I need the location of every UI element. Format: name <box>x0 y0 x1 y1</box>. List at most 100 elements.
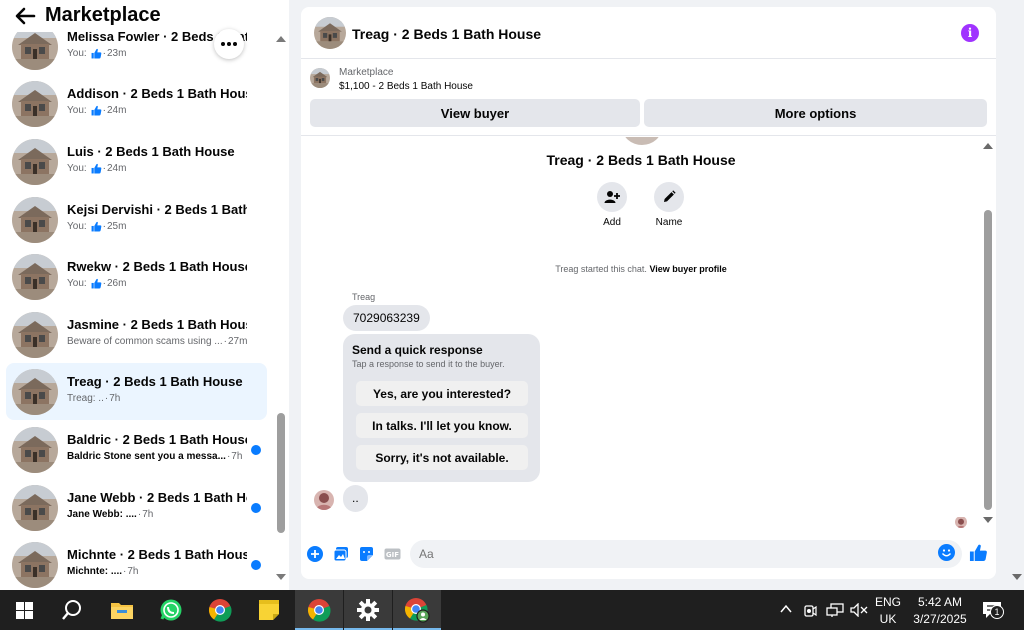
clock-time[interactable]: 5:42 AM <box>905 595 975 609</box>
chat-title[interactable]: Treag · 2 Beds 1 Bath House <box>352 26 541 42</box>
like-icon[interactable] <box>969 543 988 562</box>
profile-name: Treag · 2 Beds 1 Bath House <box>546 152 736 168</box>
conversation-item[interactable]: Jane Webb · 2 Beds 1 Bath Ho... Jane Webb… <box>6 479 267 536</box>
emoji-icon[interactable] <box>938 544 955 561</box>
svg-text:GIF: GIF <box>386 551 399 559</box>
photo-icon[interactable] <box>333 546 349 562</box>
listing-price: $1,100 - 2 Beds 1 Bath House <box>339 81 473 92</box>
taskbar-sticky-notes[interactable] <box>245 590 293 630</box>
separator: · <box>102 105 106 116</box>
more-options-icon[interactable] <box>214 29 244 59</box>
message-bubble[interactable]: .. <box>343 485 368 512</box>
sender-avatar[interactable] <box>314 490 334 510</box>
conversation-avatar[interactable] <box>12 312 58 358</box>
view-buyer-button[interactable]: View buyer <box>310 99 640 127</box>
quick-response-button[interactable]: In talks. I'll let you know. <box>356 413 528 438</box>
conversation-item[interactable]: Treag · 2 Beds 1 Bath House Treag: .. · 7… <box>6 363 267 420</box>
separator: · <box>223 336 227 347</box>
scrollbar-thumb[interactable] <box>984 210 992 510</box>
chat-scrollbar[interactable] <box>981 142 995 527</box>
input-language-top[interactable]: ENG <box>872 595 904 609</box>
conversation-avatar[interactable] <box>12 485 58 531</box>
sidebar-scrollbar[interactable] <box>273 32 289 590</box>
conversation-avatar[interactable] <box>12 427 58 473</box>
taskbar-file-explorer[interactable] <box>98 590 146 630</box>
scroll-down-icon[interactable] <box>276 574 286 580</box>
sticky-notes-icon <box>259 600 279 620</box>
scroll-down-icon[interactable] <box>983 517 993 523</box>
volume-muted-icon[interactable] <box>850 603 868 617</box>
preview-text: You: <box>67 48 87 59</box>
pencil-icon[interactable] <box>654 182 684 212</box>
preview-text: Baldric Stone sent you a messa... <box>67 451 226 462</box>
taskbar-chrome-profile[interactable] <box>393 590 441 630</box>
scroll-up-icon[interactable] <box>983 143 993 149</box>
conversation-item[interactable]: Baldric · 2 Beds 1 Bath House Baldric Sto… <box>6 421 267 478</box>
clock-date[interactable]: 3/27/2025 <box>905 612 975 626</box>
conversation-preview: Treag: .. · 7h <box>67 393 120 404</box>
plus-icon[interactable] <box>307 546 323 562</box>
view-buyer-profile-link[interactable]: View buyer profile <box>649 264 726 274</box>
back-arrow-icon[interactable] <box>14 6 36 26</box>
unread-dot <box>251 560 261 570</box>
chat-avatar[interactable] <box>314 17 346 49</box>
separator: · <box>102 48 106 59</box>
show-hidden-icons-icon[interactable] <box>780 604 792 614</box>
conversation-item[interactable]: Addison · 2 Beds 1 Bath House You: · 24m <box>6 75 267 132</box>
notification-count-badge: 1 <box>990 605 1004 619</box>
name-label: Name <box>655 217 683 228</box>
info-icon[interactable]: i <box>961 24 979 42</box>
message-bubble[interactable]: 7029063239 <box>343 305 430 331</box>
taskbar-chrome[interactable] <box>196 590 244 630</box>
conversation-time: 23m <box>107 48 127 59</box>
conversation-time: 24m <box>107 163 127 174</box>
listing-thumbnail[interactable] <box>310 68 330 88</box>
conversation-time: 24m <box>107 105 127 116</box>
separator: · <box>137 509 142 520</box>
input-language-bottom[interactable]: UK <box>872 612 904 626</box>
conversation-item[interactable]: Kejsi Dervishi · 2 Beds 1 Bath H... You: … <box>6 191 267 248</box>
taskbar-chrome-active[interactable] <box>295 590 343 630</box>
separator: · <box>102 278 106 289</box>
add-person-icon[interactable] <box>597 182 627 212</box>
conversation-avatar[interactable] <box>12 197 58 243</box>
conversation-avatar[interactable] <box>12 542 58 588</box>
name-action[interactable]: Name <box>649 182 689 228</box>
quick-response-button[interactable]: Yes, are you interested? <box>356 381 528 406</box>
conversation-avatar[interactable] <box>12 369 58 415</box>
add-action[interactable]: Add <box>592 182 632 228</box>
conversation-avatar[interactable] <box>12 81 58 127</box>
network-icon[interactable] <box>826 603 844 617</box>
windows-taskbar: ENG UK 5:42 AM 3/27/2025 1 <box>0 590 1024 630</box>
quick-response-button[interactable]: Sorry, it's not available. <box>356 445 528 470</box>
taskbar-settings[interactable] <box>344 590 392 630</box>
scroll-up-icon[interactable] <box>276 36 286 42</box>
conversation-item[interactable]: Jasmine · 2 Beds 1 Bath House Beware of c… <box>6 306 267 363</box>
more-options-button[interactable]: More options <box>644 99 987 127</box>
unread-dot <box>251 503 261 513</box>
conversation-avatar[interactable] <box>12 254 58 300</box>
start-button[interactable] <box>0 590 48 630</box>
separator: · <box>102 163 106 174</box>
sender-name: Treag <box>352 292 376 302</box>
quick-response-card: Send a quick response Tap a response to … <box>343 334 540 482</box>
search-button[interactable] <box>48 590 96 630</box>
conversation-time: 7h <box>127 566 139 577</box>
message-input[interactable] <box>410 540 962 568</box>
conversation-item[interactable]: Luis · 2 Beds 1 Bath House You: · 24m <box>6 133 267 190</box>
conversation-item[interactable]: Rwekw · 2 Beds 1 Bath House You: · 26m <box>6 248 267 305</box>
conversation-name: Luis · 2 Beds 1 Bath House <box>67 144 235 159</box>
scrollbar-thumb[interactable] <box>277 413 285 533</box>
quick-response-title: Send a quick response <box>352 343 483 357</box>
page-scroll-down-icon[interactable] <box>1012 574 1022 580</box>
separator: · <box>102 221 106 232</box>
meet-now-icon[interactable] <box>803 602 817 618</box>
taskbar-whatsapp[interactable] <box>147 590 195 630</box>
conversation-item[interactable]: Michnte · 2 Beds 1 Bath House Michnte: ..… <box>6 536 267 590</box>
conversation-avatar[interactable] <box>12 139 58 185</box>
gif-icon[interactable]: GIF <box>384 546 401 562</box>
sticker-icon[interactable] <box>358 546 374 562</box>
notifications-button[interactable]: 1 <box>982 601 1004 619</box>
message-thread: Treag · 2 Beds 1 Bath House Add Name Tre… <box>301 137 996 529</box>
like-icon <box>91 221 102 232</box>
